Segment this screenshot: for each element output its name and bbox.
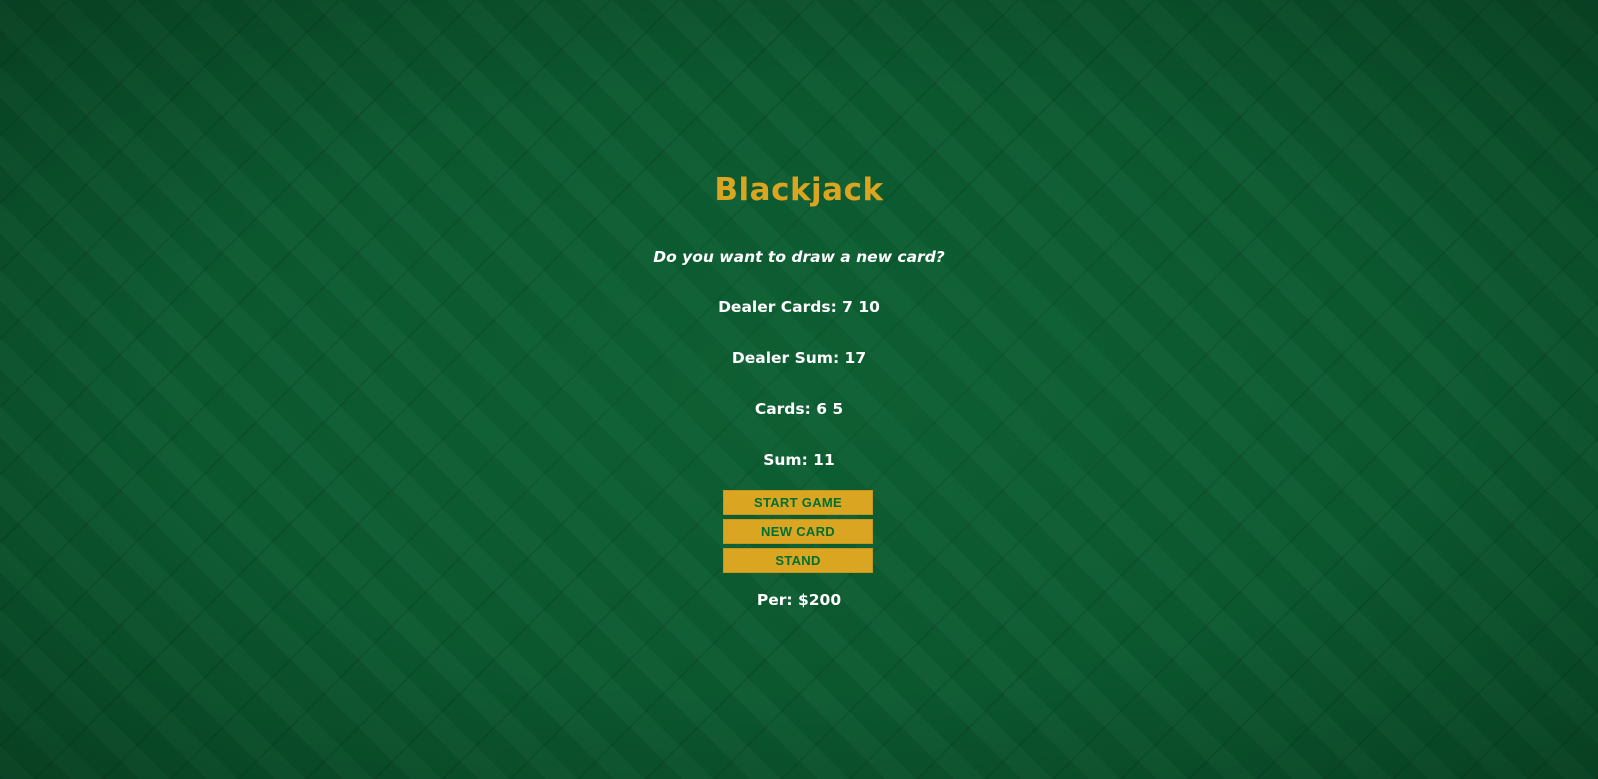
dealer-sum-text: Dealer Sum: 17 — [731, 349, 867, 367]
dealer-cards-text: Dealer Cards: 7 10 — [718, 298, 880, 316]
game-message: Do you want to draw a new card? — [653, 248, 945, 266]
game-title: Blackjack — [714, 172, 884, 208]
game-table: Blackjack Do you want to draw a new card… — [0, 0, 1598, 779]
new-card-button[interactable]: NEW CARD — [723, 519, 873, 544]
action-buttons: START GAME NEW CARD STAND — [723, 490, 873, 577]
player-sum-text: Sum: 11 — [763, 451, 835, 469]
start-game-button[interactable]: START GAME — [723, 490, 873, 515]
stand-button[interactable]: STAND — [723, 548, 873, 573]
player-balance-text: Per: $200 — [756, 591, 842, 609]
player-cards-text: Cards: 6 5 — [754, 400, 844, 418]
